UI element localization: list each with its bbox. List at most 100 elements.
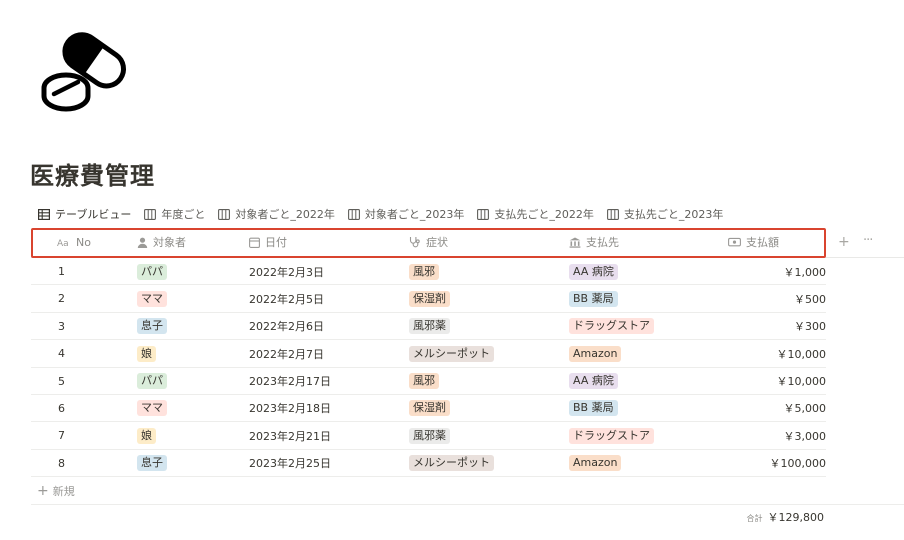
cell-amount: ￥10,000 bbox=[776, 375, 827, 389]
payee-tag[interactable]: ドラッグストア bbox=[569, 427, 654, 444]
page-title: 医療費管理 bbox=[30, 162, 155, 190]
symptom-tag[interactable]: メルシーポット bbox=[409, 345, 494, 362]
cell-symptom: メルシーポット bbox=[409, 340, 494, 367]
tab-by-payee-2022[interactable]: 支払先ごと_2022年 bbox=[477, 206, 594, 222]
cell-date: 2022年2月5日 bbox=[249, 292, 324, 306]
summary-label: 合計 bbox=[746, 514, 763, 523]
symptom-tag[interactable]: 風邪 bbox=[409, 263, 439, 280]
symptom-tag[interactable]: メルシーポット bbox=[409, 455, 494, 472]
text-aa-icon: Aa bbox=[57, 239, 69, 247]
person-icon bbox=[137, 237, 148, 248]
table-row[interactable]: 1 パパ 2022年2月3日 風邪 AA 病院 ￥1,000 bbox=[31, 258, 827, 286]
cell-no: 4 bbox=[58, 347, 65, 361]
tab-by-person-2023[interactable]: 対象者ごと_2023年 bbox=[347, 206, 465, 222]
cell-payee: ドラッグストア bbox=[569, 422, 654, 449]
symptom-tag[interactable]: 風邪薬 bbox=[409, 427, 450, 444]
table-row[interactable]: 3 息子 2022年2月6日 風邪薬 ドラッグストア ￥300 bbox=[31, 313, 826, 341]
money-icon bbox=[728, 237, 741, 247]
table-row[interactable]: 4 娘 2022年2月7日 メルシーポット Amazon ￥10,000 bbox=[31, 340, 827, 368]
symptom-tag[interactable]: 風邪薬 bbox=[409, 318, 450, 335]
tab-label: 支払先ごと_2023年 bbox=[623, 208, 724, 221]
payee-tag[interactable]: BB 薬局 bbox=[569, 290, 618, 307]
table-row[interactable]: 8 息子 2023年2月25日 メルシーポット Amazon ￥100,000 bbox=[31, 450, 827, 478]
cell-person: ママ bbox=[137, 395, 167, 422]
cell-no: 1 bbox=[58, 265, 65, 278]
add-column-button[interactable]: + bbox=[838, 234, 850, 250]
database-table: Aa No 対象者 日付 症状 支払先 支払額 + ··· 1 パパ 2022年… bbox=[31, 228, 904, 506]
cell-date: 2022年2月3日 bbox=[249, 265, 324, 279]
column-header-date[interactable]: 日付 bbox=[249, 228, 287, 256]
person-tag[interactable]: 娘 bbox=[137, 345, 156, 362]
table-row[interactable]: 5 パパ 2023年2月17日 風邪 AA 病院 ￥10,000 bbox=[31, 368, 826, 395]
tab-label: 対象者ごと_2023年 bbox=[364, 208, 465, 221]
payee-tag[interactable]: BB 薬局 bbox=[569, 400, 618, 417]
cell-no: 3 bbox=[58, 319, 65, 333]
calendar-icon bbox=[249, 237, 260, 248]
cell-person: 娘 bbox=[137, 340, 156, 367]
table-header: Aa No 対象者 日付 症状 支払先 支払額 + ··· bbox=[31, 228, 904, 258]
building-icon bbox=[569, 237, 581, 248]
cell-amount: ￥1,000 bbox=[783, 265, 827, 279]
table-body: 1 パパ 2022年2月3日 風邪 AA 病院 ￥1,000 2 ママ 2022… bbox=[31, 258, 904, 478]
cell-symptom: 保湿剤 bbox=[409, 395, 450, 422]
person-tag[interactable]: 娘 bbox=[137, 427, 156, 444]
cell-amount: ￥300 bbox=[794, 320, 826, 334]
tab-label: テーブルビュー bbox=[55, 208, 132, 221]
symptom-tag[interactable]: 保湿剤 bbox=[409, 400, 450, 417]
cell-amount: ￥100,000 bbox=[769, 457, 827, 471]
table-row[interactable]: 2 ママ 2022年2月5日 保湿剤 BB 薬局 ￥500 bbox=[31, 285, 826, 313]
cell-amount: ￥5,000 bbox=[783, 402, 827, 416]
board-icon bbox=[477, 208, 490, 220]
tab-label: 支払先ごと_2022年 bbox=[494, 208, 594, 221]
cell-date: 2023年2月17日 bbox=[249, 375, 331, 389]
person-tag[interactable]: パパ bbox=[137, 373, 167, 390]
person-tag[interactable]: 息子 bbox=[137, 455, 167, 472]
cell-person: パパ bbox=[137, 368, 167, 395]
new-row-button[interactable]: + 新規 bbox=[31, 477, 904, 506]
cell-symptom: 風邪薬 bbox=[409, 313, 450, 340]
tab-by-year[interactable]: 年度ごと bbox=[144, 206, 205, 222]
cell-amount: ￥3,000 bbox=[783, 429, 827, 443]
column-header-symptom[interactable]: 症状 bbox=[409, 228, 448, 256]
summary-value: ￥129,800 bbox=[767, 511, 825, 524]
column-header-payee[interactable]: 支払先 bbox=[569, 228, 619, 256]
person-tag[interactable]: パパ bbox=[137, 263, 167, 280]
person-tag[interactable]: 息子 bbox=[137, 318, 167, 335]
amount-summary[interactable]: 合計 ￥129,800 bbox=[747, 509, 825, 525]
table-row[interactable]: 6 ママ 2023年2月18日 保湿剤 BB 薬局 ￥5,000 bbox=[31, 395, 827, 423]
pill-capsule-icon bbox=[41, 32, 126, 112]
tab-label: 年度ごと bbox=[161, 208, 206, 221]
stethoscope-icon bbox=[409, 237, 420, 248]
column-header-no[interactable]: Aa No bbox=[57, 228, 91, 256]
cell-payee: BB 薬局 bbox=[569, 285, 618, 312]
new-row-label: 新規 bbox=[52, 484, 75, 498]
cell-person: ママ bbox=[137, 285, 167, 312]
board-icon bbox=[144, 208, 157, 220]
tab-table-view[interactable]: テーブルビュー bbox=[38, 206, 131, 222]
cell-amount: ￥10,000 bbox=[776, 347, 827, 361]
cell-symptom: 風邪 bbox=[409, 368, 439, 395]
cell-no: 6 bbox=[58, 401, 65, 415]
cell-payee: ドラッグストア bbox=[569, 313, 654, 340]
person-tag[interactable]: ママ bbox=[137, 290, 167, 307]
payee-tag[interactable]: AA 病院 bbox=[569, 263, 618, 280]
cell-person: 息子 bbox=[137, 313, 167, 340]
more-options-button[interactable]: ··· bbox=[863, 233, 873, 248]
person-tag[interactable]: ママ bbox=[137, 400, 167, 417]
column-header-person[interactable]: 対象者 bbox=[137, 228, 186, 256]
payee-tag[interactable]: ドラッグストア bbox=[569, 318, 654, 335]
cell-person: 息子 bbox=[137, 450, 167, 477]
symptom-tag[interactable]: 風邪 bbox=[409, 373, 439, 390]
tab-by-person-2022[interactable]: 対象者ごと_2022年 bbox=[218, 206, 335, 222]
cell-person: パパ bbox=[137, 258, 167, 285]
payee-tag[interactable]: AA 病院 bbox=[569, 373, 618, 390]
column-header-amount[interactable]: 支払額 bbox=[728, 228, 779, 256]
cell-no: 7 bbox=[58, 429, 65, 443]
tab-by-payee-2023[interactable]: 支払先ごと_2023年 bbox=[606, 206, 724, 222]
cell-no: 2 bbox=[58, 292, 65, 306]
payee-tag[interactable]: Amazon bbox=[569, 345, 622, 362]
cell-symptom: 保湿剤 bbox=[409, 285, 450, 312]
payee-tag[interactable]: Amazon bbox=[569, 455, 622, 472]
symptom-tag[interactable]: 保湿剤 bbox=[409, 290, 450, 307]
table-row[interactable]: 7 娘 2023年2月21日 風邪薬 ドラッグストア ￥3,000 bbox=[31, 422, 827, 450]
